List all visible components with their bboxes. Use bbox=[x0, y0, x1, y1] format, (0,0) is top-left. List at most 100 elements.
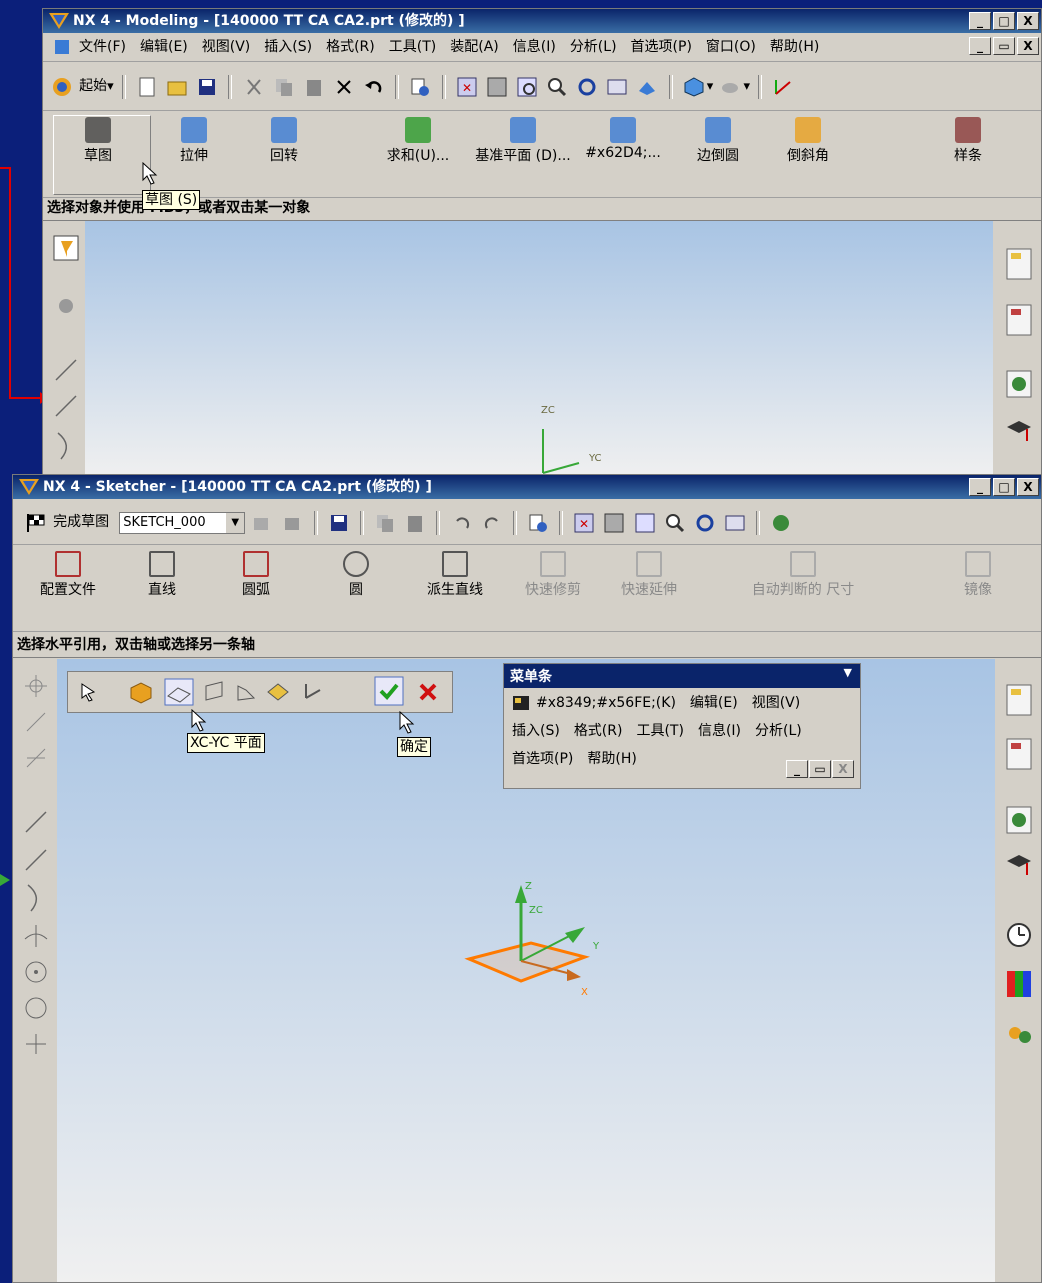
sketcher-titlebar[interactable]: NX 4 - Sketcher - [140000 TT CA CA2.prt … bbox=[13, 475, 1041, 499]
line-tool-icon[interactable] bbox=[23, 809, 49, 835]
circle-tool-icon[interactable] bbox=[23, 995, 49, 1021]
sketcher-tool-1[interactable]: 直线 bbox=[117, 545, 207, 599]
yc-zc-plane-icon[interactable] bbox=[202, 680, 226, 704]
open-folder-icon[interactable] bbox=[166, 76, 188, 98]
zoom-icon[interactable] bbox=[546, 76, 568, 98]
training-icon[interactable] bbox=[1005, 417, 1033, 447]
wcs-icon[interactable] bbox=[772, 76, 794, 98]
pan-icon[interactable] bbox=[606, 76, 628, 98]
chevron-down-icon[interactable]: ▼ bbox=[844, 666, 852, 679]
menubar-line1-item-2[interactable]: 视图(V) bbox=[752, 695, 801, 711]
roles-icon[interactable] bbox=[1005, 1023, 1033, 1053]
rotate-icon[interactable] bbox=[576, 76, 598, 98]
palette-icon[interactable] bbox=[1005, 969, 1033, 999]
modeling-tool-1[interactable]: 拉伸 bbox=[149, 111, 239, 165]
copy-icon[interactable] bbox=[273, 76, 295, 98]
sketcher-tool-2[interactable]: 圆弧 bbox=[211, 545, 301, 599]
modeling-tool-3[interactable]: 求和(U)... bbox=[363, 111, 473, 165]
cancel-x-icon[interactable] bbox=[416, 680, 440, 704]
save-icon[interactable] bbox=[196, 76, 218, 98]
menubar-line2-item-2[interactable]: 工具(T) bbox=[636, 723, 683, 739]
modeling-tool-7[interactable]: 倒斜角 bbox=[763, 111, 853, 165]
modeling-tool-8[interactable]: 样条 bbox=[923, 111, 1013, 165]
menubar-line2-item-3[interactable]: 信息(I) bbox=[698, 723, 741, 739]
ok-check-icon[interactable] bbox=[374, 676, 404, 706]
history-clock-icon[interactable] bbox=[1005, 921, 1033, 949]
close-button[interactable]: X bbox=[1017, 478, 1039, 496]
xc-yc-plane-icon[interactable] bbox=[164, 678, 194, 706]
sketcher-tool-7[interactable]: 自动判断的 尺寸 bbox=[743, 545, 863, 599]
point-tool-icon[interactable] bbox=[23, 1031, 49, 1057]
sketcher-tool-8[interactable]: 镜像 bbox=[933, 545, 1023, 599]
zoom-window-icon[interactable] bbox=[486, 76, 508, 98]
zoom-area-icon[interactable] bbox=[634, 512, 656, 534]
menu-item-2[interactable]: 视图(V) bbox=[202, 33, 251, 61]
menubar-minimize-button[interactable]: _ bbox=[786, 760, 808, 778]
fit-view-icon[interactable]: ✕ bbox=[456, 76, 478, 98]
line2-tool-icon[interactable] bbox=[23, 847, 49, 873]
minimize-button[interactable]: _ bbox=[969, 12, 991, 30]
render-style-icon[interactable] bbox=[683, 76, 705, 98]
start-icon[interactable] bbox=[51, 76, 73, 98]
coordinate-system-icon[interactable] bbox=[300, 680, 324, 704]
selection-filter-icon[interactable] bbox=[53, 235, 79, 261]
select-icon[interactable] bbox=[76, 680, 100, 704]
assembly-navigator-icon[interactable] bbox=[1005, 683, 1033, 717]
menu-item-9[interactable]: 首选项(P) bbox=[631, 33, 692, 61]
sketcher-tool-3[interactable]: 圆 bbox=[311, 545, 401, 599]
sketcher-tool-0[interactable]: 配置文件 bbox=[13, 545, 123, 599]
menubar-close-button[interactable]: X bbox=[832, 760, 854, 778]
doc-close-button[interactable]: X bbox=[1017, 37, 1039, 55]
modeling-tool-5[interactable]: #x62D4;... bbox=[573, 111, 673, 161]
doc-restore-button[interactable]: ▭ bbox=[993, 37, 1015, 55]
modeling-tool-0[interactable]: 草图 bbox=[53, 111, 143, 165]
pan-icon[interactable] bbox=[724, 512, 746, 534]
floating-menubar-header[interactable]: 菜单条 ▼ bbox=[504, 664, 860, 688]
info-icon[interactable] bbox=[409, 76, 431, 98]
part-navigator-icon[interactable] bbox=[1005, 303, 1033, 337]
menu-item-8[interactable]: 分析(L) bbox=[570, 33, 617, 61]
zc-xc-plane-icon[interactable] bbox=[234, 680, 258, 704]
menubar-line2-item-0[interactable]: 插入(S) bbox=[512, 723, 560, 739]
menu-item-6[interactable]: 装配(A) bbox=[450, 33, 499, 61]
cut-icon[interactable] bbox=[243, 76, 265, 98]
start-label[interactable]: 起始 bbox=[79, 78, 107, 94]
curve-tool-icon[interactable] bbox=[23, 883, 49, 913]
snap-point-icon[interactable] bbox=[23, 673, 49, 699]
menu-item-3[interactable]: 插入(S) bbox=[264, 33, 312, 61]
menu-item-10[interactable]: 窗口(O) bbox=[706, 33, 756, 61]
info-icon[interactable] bbox=[527, 512, 549, 534]
curve-tool-icon[interactable] bbox=[53, 431, 79, 461]
menubar-line1-item-1[interactable]: 编辑(E) bbox=[690, 695, 738, 711]
delete-icon[interactable] bbox=[333, 76, 355, 98]
part-navigator-icon[interactable] bbox=[1005, 737, 1033, 771]
menu-item-11[interactable]: 帮助(H) bbox=[770, 33, 819, 61]
zoom-icon[interactable] bbox=[664, 512, 686, 534]
menu-item-0[interactable]: 文件(F) bbox=[79, 33, 126, 61]
save-icon[interactable] bbox=[328, 512, 350, 534]
minimize-button[interactable]: _ bbox=[969, 478, 991, 496]
sketcher-tool-4[interactable]: 派生直线 bbox=[405, 545, 505, 599]
menubar-line2-item-1[interactable]: 格式(R) bbox=[574, 723, 623, 739]
modeling-tool-6[interactable]: 边倒圆 bbox=[673, 111, 763, 165]
modeling-tool-4[interactable]: 基准平面 (D)... bbox=[473, 111, 573, 165]
menubar-line1-item-0[interactable]: #x8349;#x56FE;(K) bbox=[536, 695, 676, 711]
cross-point-icon[interactable] bbox=[23, 923, 49, 949]
web-browser-icon[interactable] bbox=[1005, 805, 1033, 835]
redo-icon[interactable] bbox=[481, 512, 503, 534]
modeling-titlebar[interactable]: NX 4 - Modeling - [140000 TT CA CA2.prt … bbox=[43, 9, 1041, 33]
assembly-navigator-icon[interactable] bbox=[1005, 247, 1033, 281]
menubar-restore-button[interactable]: ▭ bbox=[809, 760, 831, 778]
menu-item-1[interactable]: 编辑(E) bbox=[140, 33, 188, 61]
solid-face-icon[interactable] bbox=[128, 680, 154, 704]
menubar-line3-item-1[interactable]: 帮助(H) bbox=[587, 751, 636, 767]
constraint-icon[interactable] bbox=[53, 293, 79, 319]
intersection-icon[interactable] bbox=[23, 745, 49, 771]
new-file-icon[interactable] bbox=[136, 76, 158, 98]
maximize-button[interactable]: □ bbox=[993, 12, 1015, 30]
zoom-area-icon[interactable] bbox=[516, 76, 538, 98]
menubar-line3-item-0[interactable]: 首选项(P) bbox=[512, 751, 573, 767]
menubar-line2-item-4[interactable]: 分析(L) bbox=[755, 723, 802, 739]
line-tool-icon[interactable] bbox=[53, 357, 79, 383]
circle-point-icon[interactable] bbox=[23, 959, 49, 985]
